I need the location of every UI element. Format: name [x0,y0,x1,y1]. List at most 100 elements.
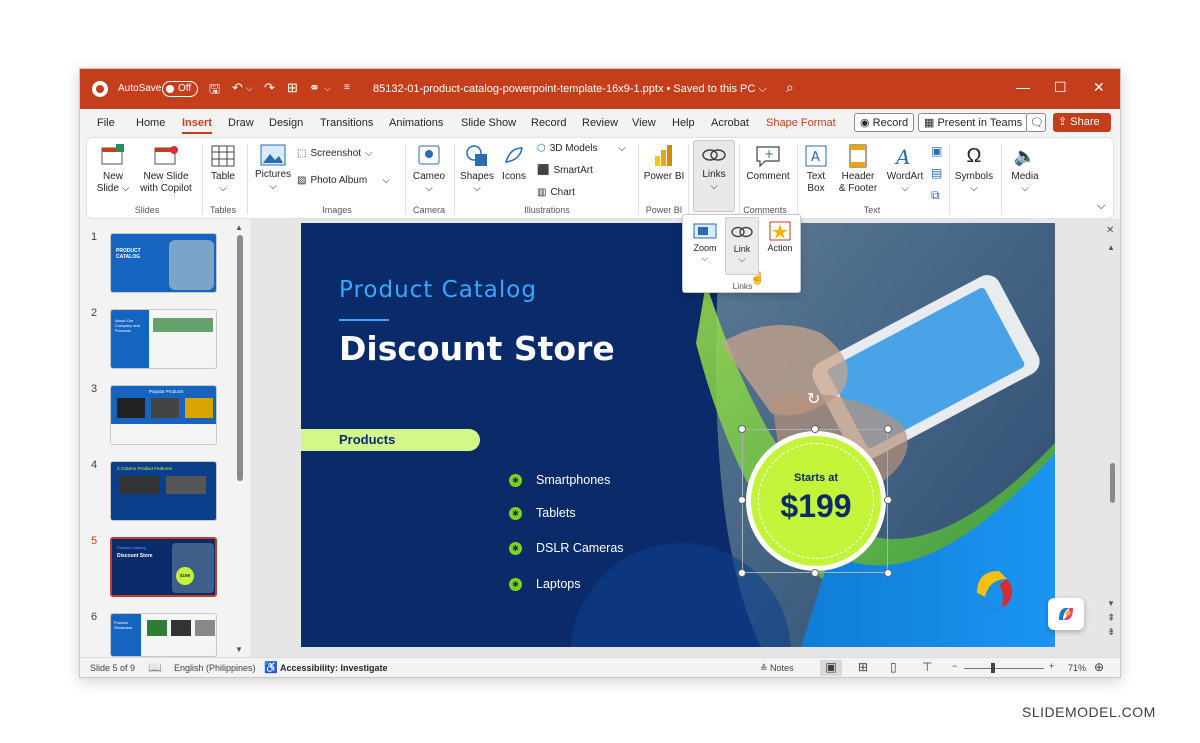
search-icon[interactable]: ⌕ [786,79,794,96]
resize-handle[interactable] [738,425,746,433]
resize-handle[interactable] [884,425,892,433]
tab-slide-show[interactable]: Slide Show [461,117,516,129]
zoom-out-icon[interactable]: − [952,661,957,671]
present-icon[interactable]: ⊞ [287,80,298,96]
media-button[interactable]: 🔈 Media ⌵ [1005,144,1045,195]
resize-handle[interactable] [811,569,819,577]
cameo-button[interactable]: Cameo ⌵ [411,144,447,195]
resize-handle[interactable] [738,496,746,504]
tab-shape-format[interactable]: Shape Format [766,117,836,129]
slide-thumbnail-4[interactable]: 2 Column Product Features [110,461,217,521]
tab-insert[interactable]: Insert [182,117,212,134]
resize-handle[interactable] [738,569,746,577]
products-label-bar[interactable]: Products [301,429,480,451]
maximize-icon[interactable]: ☐ [1054,79,1067,96]
header-footer-button[interactable]: Header & Footer [837,144,879,195]
accessibility-icon[interactable]: ♿ [264,661,278,674]
comments-button[interactable]: 🗨 [1026,113,1046,132]
comment-button[interactable]: + Comment [743,144,793,183]
pictures-button[interactable]: Pictures ⌵ [253,144,293,193]
symbols-button[interactable]: Ω Symbols ⌵ [953,144,995,195]
reading-view-icon[interactable]: ▯ [890,660,897,674]
copilot-button[interactable] [1048,598,1084,630]
links-button-content[interactable]: Links ⌵ [693,144,735,193]
new-slide-copilot-button[interactable]: New Slide with Copilot [135,144,197,195]
tab-help[interactable]: Help [672,117,695,129]
tab-acrobat[interactable]: Acrobat [711,117,749,129]
slide-number-icon[interactable]: ▤ [931,166,942,180]
wordart-button[interactable]: A WordArt ⌵ [885,144,925,195]
undo-icon[interactable]: ↶ [232,80,243,96]
ribbon-collapse-icon[interactable]: ⌵ [1097,200,1105,213]
autosave-toggle[interactable]: Off [162,81,198,97]
present-in-teams-button[interactable]: ▦ Present in Teams [918,113,1029,132]
slideshow-icon[interactable]: ⊤ [922,660,932,674]
smartart-button[interactable]: ⬛ SmartArt [537,165,593,176]
link-button[interactable]: Link ⌵ [725,217,759,275]
rotate-handle-icon[interactable]: ↻ [807,389,820,409]
price-badge[interactable]: Starts at $199 [751,436,881,566]
customize-qat-icon[interactable]: ≡ [344,82,350,93]
chart-button[interactable]: ▥ Chart [537,187,575,198]
icons-button[interactable]: Icons [499,144,529,183]
resize-handle[interactable] [884,496,892,504]
scroll-up-icon[interactable]: ▲ [235,223,243,232]
share-button[interactable]: ⇪ Share ⌵ [1053,113,1111,140]
resize-handle[interactable] [884,569,892,577]
tab-draw[interactable]: Draw [228,117,254,129]
next-slide-icon[interactable]: ⇟ [1107,627,1115,638]
save-icon[interactable]: 🖫 [209,80,220,102]
document-title[interactable]: 85132-01-product-catalog-powerpoint-temp… [373,83,767,96]
tab-record[interactable]: Record [531,117,566,129]
3d-models-button[interactable]: ⬡ 3D Models ⌵ [537,143,626,154]
slide-sorter-icon[interactable]: ⊞ [858,660,868,674]
slide-counter[interactable]: Slide 5 of 9 [90,663,135,673]
photo-album-button[interactable]: ▨ Photo Album ⌵ [297,175,390,186]
current-slide[interactable]: Product Catalog Discount Store Products … [301,223,1055,647]
date-time-icon[interactable]: ▣ [931,144,942,158]
slide-thumbnail-1[interactable]: PRODUCT CATALOG [110,233,217,293]
slide-thumbnail-2[interactable]: About Our Company and Products [110,309,217,369]
canvas-scrollbar[interactable] [1110,463,1115,503]
resize-handle[interactable] [811,425,819,433]
notes-button[interactable]: ≙ Notes [760,663,794,674]
object-icon[interactable]: ⧉ [931,188,940,203]
slide-thumbnail-6[interactable]: Product Showcase [110,613,217,657]
tab-home[interactable]: Home [136,117,165,129]
tab-view[interactable]: View [632,117,656,129]
tab-transitions[interactable]: Transitions [320,117,373,129]
new-slide-button[interactable]: New Slide ⌵ [93,144,133,195]
redo-icon[interactable]: ↷ [264,80,275,96]
zoom-button[interactable]: Zoom ⌵ [689,221,721,264]
spell-check-icon[interactable]: 📖 [148,661,162,674]
slide-subtitle[interactable]: Product Catalog [339,277,537,303]
undo-dropdown-icon[interactable]: ⌵ [246,83,253,94]
zoom-slider-track[interactable] [964,668,1044,669]
slide-thumbnail-3[interactable]: Popular Products [110,385,217,445]
language-indicator[interactable]: English (Philippines) [174,663,256,673]
record-button[interactable]: ◉ Record [854,113,915,132]
prev-slide-icon[interactable]: ⇞ [1107,613,1115,624]
tab-review[interactable]: Review [582,117,618,129]
zoom-slider-thumb[interactable] [991,663,995,673]
table-button[interactable]: Table ⌵ [207,144,239,195]
power-bi-button[interactable]: Power BI [643,144,685,183]
screenshot-button[interactable]: ⬚ Screenshot ⌵ [297,148,373,159]
normal-view-icon[interactable]: ▣ [820,660,842,676]
canvas-close-icon[interactable]: ✕ [1106,225,1114,236]
minimize-icon[interactable]: — [1016,79,1030,95]
close-icon[interactable]: ✕ [1093,79,1105,96]
shapes-dropdown-icon[interactable]: ⌵ [324,83,331,94]
fit-to-window-icon[interactable]: ⊕ [1094,660,1104,674]
tab-animations[interactable]: Animations [389,117,443,129]
accessibility-status[interactable]: Accessibility: Investigate [280,663,388,673]
canvas-scroll-up-icon[interactable]: ▲ [1107,243,1115,252]
slide-thumbnail-5[interactable]: Product Catalog Discount Store $199 [110,537,217,597]
text-box-button[interactable]: A Text Box [801,144,831,195]
slide-title[interactable]: Discount Store [339,329,615,368]
zoom-level[interactable]: 71% [1068,663,1086,673]
thumbnail-scrollbar[interactable] [237,235,243,481]
scroll-down-icon[interactable]: ▼ [235,645,243,654]
tab-design[interactable]: Design [269,117,303,129]
canvas-scroll-down-icon[interactable]: ▼ [1107,599,1115,608]
